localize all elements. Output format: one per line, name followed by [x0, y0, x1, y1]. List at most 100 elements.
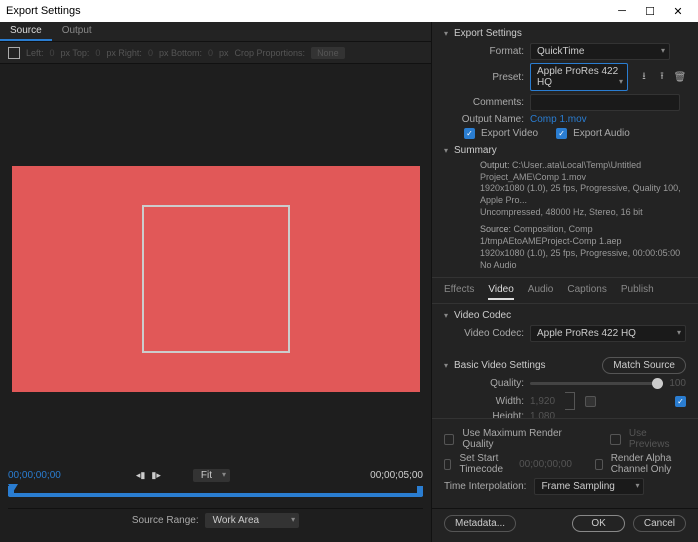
render-alpha-checkbox[interactable] [595, 459, 602, 470]
crop-icon[interactable] [8, 47, 20, 59]
crop-bottom-value[interactable]: 0 [208, 48, 213, 58]
preview-tabs: Source Output [0, 22, 431, 42]
basic-video-header[interactable]: ▾ Basic Video Settings Match Source [444, 357, 686, 374]
chevron-down-icon: ▾ [444, 146, 448, 155]
source-range-label: Source Range: [132, 515, 199, 526]
step-back-icon[interactable]: ◂▮ [136, 470, 145, 481]
sub-tabs: Effects Video Audio Captions Publish [432, 277, 698, 304]
tab-publish[interactable]: Publish [621, 284, 654, 300]
output-name-link[interactable]: Comp 1.mov [530, 114, 587, 125]
summary-source-label: Source: [480, 224, 511, 234]
timecode-duration: 00;00;05;00 [370, 470, 423, 481]
render-options: Use Maximum Render Quality Use Previews … [432, 418, 698, 508]
comments-input[interactable] [530, 94, 680, 111]
out-point-handle[interactable] [417, 486, 423, 496]
summary-source: Source: Composition, Comp 1/tmpAEtoAMEPr… [444, 224, 686, 271]
max-render-quality-checkbox[interactable] [444, 434, 454, 445]
summary-source-text: Composition, Comp 1/tmpAEtoAMEProject-Co… [480, 224, 680, 269]
window-controls: ─ ☐ ✕ [608, 0, 692, 22]
height-value[interactable]: 1,080 [530, 411, 555, 418]
video-codec-dropdown[interactable]: Apple ProRes 422 HQ [530, 325, 686, 342]
crop-left-label: Left: [26, 48, 44, 58]
import-preset-icon[interactable]: ⭱ [656, 71, 668, 83]
cancel-button[interactable]: Cancel [633, 515, 686, 532]
summary-header[interactable]: ▾ Summary [444, 145, 686, 156]
crop-toolbar: Left: 0 px Top: 0 px Right: 0 px Bottom:… [0, 42, 431, 64]
export-settings-header[interactable]: ▾ Export Settings [444, 28, 686, 39]
maximize-button[interactable]: ☐ [636, 0, 664, 22]
link-dimensions-icon[interactable] [565, 392, 575, 410]
metadata-button[interactable]: Metadata... [444, 515, 516, 532]
max-render-quality-label: Use Maximum Render Quality [462, 428, 587, 450]
close-button[interactable]: ✕ [664, 0, 692, 22]
summary-output-label: Output: [480, 160, 510, 170]
tab-video[interactable]: Video [488, 284, 513, 300]
transport-bar: 00;00;00;00 ◂▮ ▮▸ Fit 00;00;05;00 [0, 463, 431, 542]
chevron-down-icon: ▾ [444, 29, 448, 38]
ok-button[interactable]: OK [572, 515, 624, 532]
minimize-button[interactable]: ─ [608, 0, 636, 22]
wh-match-checkbox[interactable]: ✓ [675, 396, 686, 407]
crop-top-label: px Top: [61, 48, 90, 58]
crop-right-value[interactable]: 0 [148, 48, 153, 58]
preset-dropdown[interactable]: Apple ProRes 422 HQ [530, 63, 628, 91]
safe-area-rect [142, 205, 290, 353]
dialog-footer: Metadata... OK Cancel [432, 508, 698, 542]
export-settings-title: Export Settings [454, 28, 522, 39]
crop-left-value[interactable]: 0 [50, 48, 55, 58]
crop-bottom-label: px Bottom: [159, 48, 202, 58]
crop-top-value[interactable]: 0 [95, 48, 100, 58]
window-title: Export Settings [6, 5, 81, 17]
crop-right-label: px Right: [106, 48, 142, 58]
tab-audio[interactable]: Audio [528, 284, 554, 300]
output-name-label: Output Name: [444, 114, 524, 125]
format-dropdown[interactable]: QuickTime [530, 43, 670, 60]
summary-output: Output: C:\User..ata\Local\Temp\Untitled… [444, 160, 686, 218]
right-panel: ▾ Export Settings Format: QuickTime Pres… [432, 22, 698, 542]
source-range-dropdown[interactable]: Work Area [205, 513, 300, 528]
video-codec-title: Video Codec [454, 310, 511, 321]
width-label: Width: [444, 396, 524, 407]
tab-output[interactable]: Output [52, 22, 102, 41]
basic-video-title: Basic Video Settings [454, 360, 546, 371]
chevron-down-icon: ▾ [444, 311, 448, 320]
crop-proportions-dropdown[interactable]: None [311, 47, 345, 59]
export-video-label: Export Video [481, 128, 538, 139]
tab-source[interactable]: Source [0, 22, 52, 41]
preview-frame [12, 166, 420, 392]
height-label: Height: [444, 411, 524, 418]
export-audio-label: Export Audio [573, 128, 630, 139]
use-previews-checkbox [610, 434, 620, 445]
zoom-fit-dropdown[interactable]: Fit [193, 469, 230, 482]
dimensions-lock-toggle[interactable] [585, 396, 596, 407]
use-previews-label: Use Previews [629, 428, 686, 450]
export-audio-checkbox[interactable]: ✓ [556, 128, 567, 139]
tab-captions[interactable]: Captions [567, 284, 606, 300]
set-start-tc-label: Set Start Timecode [459, 453, 511, 475]
tab-effects[interactable]: Effects [444, 284, 474, 300]
left-panel: Source Output Left: 0 px Top: 0 px Right… [0, 22, 432, 542]
set-start-tc-checkbox[interactable] [444, 459, 451, 470]
playhead[interactable] [8, 484, 18, 492]
width-value[interactable]: 1,920 [530, 396, 555, 407]
video-codec-header[interactable]: ▾ Video Codec [444, 310, 686, 321]
video-codec-label: Video Codec: [444, 328, 524, 339]
delete-preset-icon[interactable]: 🗑 [674, 71, 686, 83]
timecode-current[interactable]: 00;00;00;00 [8, 470, 61, 481]
export-video-checkbox[interactable]: ✓ [464, 128, 475, 139]
preset-label: Preset: [444, 72, 524, 83]
timeline-slider[interactable] [8, 486, 423, 500]
save-preset-icon[interactable]: ⭳ [638, 71, 650, 83]
titlebar: Export Settings ─ ☐ ✕ [0, 0, 698, 22]
time-interp-label: Time Interpolation: [444, 481, 526, 492]
summary-output-text: C:\User..ata\Local\Temp\Untitled Project… [480, 160, 681, 217]
quality-slider[interactable] [530, 382, 663, 385]
chevron-down-icon: ▾ [444, 361, 448, 370]
match-source-button[interactable]: Match Source [602, 357, 686, 374]
step-forward-icon[interactable]: ▮▸ [151, 470, 160, 481]
set-start-tc-value: 00;00;00;00 [519, 459, 572, 470]
crop-proportions-label: Crop Proportions: [235, 48, 306, 58]
render-alpha-label: Render Alpha Channel Only [611, 453, 686, 475]
time-interp-dropdown[interactable]: Frame Sampling [534, 478, 644, 495]
comments-label: Comments: [444, 97, 524, 108]
